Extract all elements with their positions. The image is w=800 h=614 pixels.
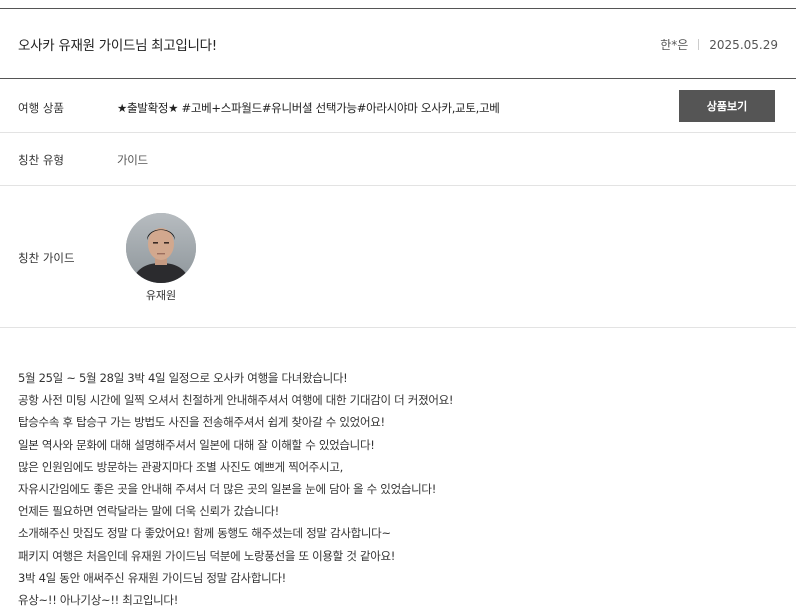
praise-type-value: 가이드 [117,153,148,167]
praise-guide-row: 칭찬 가이드 유재원 [0,186,796,328]
review-meta: 한*은 2025.05.29 [660,36,778,53]
guide-avatar-photo [126,213,196,283]
review-body-line: 언제든 필요하면 연락달라는 말에 더욱 신뢰가 갔습니다! [18,504,279,519]
product-label: 여행 상품 [18,101,64,115]
guide-avatar [126,213,196,283]
product-row: 여행 상품 ★출발확정★ #고베+스파월드#유니버셜 선택가능#아라시야마 오사… [0,80,796,133]
review-body-line: 일본 역사와 문화에 대해 설명해주셔서 일본에 대해 잘 이해할 수 있었습니… [18,437,375,452]
review-body-line: 공항 사전 미팅 시간에 일찍 오셔서 친절하게 안내해주셔서 여행에 대한 기… [18,393,454,408]
praise-guide-label: 칭찬 가이드 [18,251,75,265]
review-body-line: 자유시간임에도 좋은 곳을 안내해 주셔서 더 많은 곳의 일본을 눈에 담아 … [18,481,437,496]
review-body-line: 5월 25일 ~ 5월 28일 3박 4일 일정으로 오사카 여행을 다녀왔습니… [18,371,348,385]
meta-separator [698,39,700,50]
review-author: 한*은 [660,38,689,52]
review-body-line: 유상~!! 아나기상~!! 최고입니다! [18,592,179,607]
review-header: 오사카 유재원 가이드님 최고입니다! 한*은 2025.05.29 [0,9,796,79]
review-date: 2025.05.29 [709,37,778,52]
product-name: ★출발확정★ #고베+스파월드#유니버셜 선택가능#아라시야마 오사카,교토,고… [117,101,500,115]
guide-name: 유재원 [145,289,177,302]
review-body-line: 패키지 여행은 처음인데 유재원 가이드님 덕분에 노랑풍선을 또 이용할 것 … [18,548,396,563]
review-body-line: 소개해주신 맛집도 정말 다 좋았어요! 함께 동행도 해주셨는데 정말 감사합… [18,526,391,541]
review-body: 5월 25일 ~ 5월 28일 3박 4일 일정으로 오사카 여행을 다녀왔습니… [18,367,788,611]
review-body-line: 많은 인원임에도 방문하는 관광지마다 조별 사진도 예쁘게 찍어주시고, [18,459,343,474]
view-product-button[interactable]: 상품보기 [679,90,775,122]
review-body-line: 3박 4일 동안 애써주신 유재원 가이드님 정말 감사합니다! [18,570,286,585]
review-title: 오사카 유재원 가이드님 최고입니다! [18,38,217,54]
praise-type-row: 칭찬 유형 가이드 [0,133,796,186]
review-body-line: 탑승수속 후 탑승구 가는 방법도 사진을 전송해주셔서 쉽게 찾아갈 수 있었… [18,415,385,430]
praise-type-label: 칭찬 유형 [18,153,64,167]
